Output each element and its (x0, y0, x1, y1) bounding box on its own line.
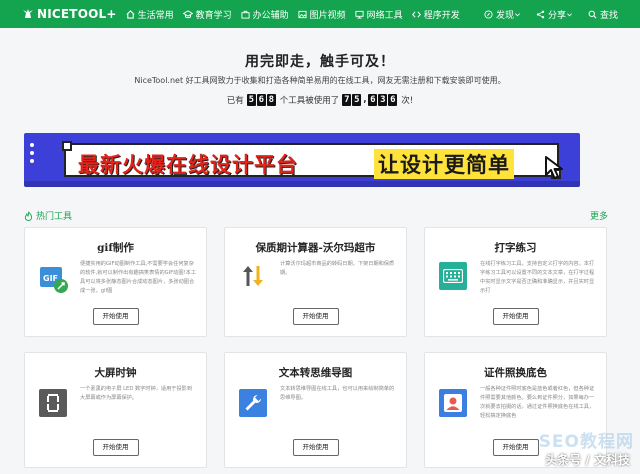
search-icon (588, 10, 597, 18)
counter-digit: , (362, 95, 368, 105)
counter-digit: 8 (266, 94, 276, 106)
count-middle: 个工具被使用了 (279, 96, 340, 106)
tool-card-clock[interactable]: 大屏时钟 一个素黑的电子屏 LED 数字时钟，适用于投影到大屏幕或作为屏幕保护。… (24, 352, 207, 468)
counter-digit: 6 (388, 94, 398, 106)
nav-label: 分享 (547, 10, 566, 21)
hero-title: 用完即走，触手可及！ (245, 54, 395, 70)
count-prefix: 已有 (226, 96, 244, 106)
image-icon (298, 10, 307, 18)
nav-label: 办公辅助 (252, 10, 289, 21)
start-button[interactable]: 开始使用 (492, 308, 539, 325)
nav-label: 生活常用 (137, 10, 174, 21)
card-description: 文本转思维导图在线工具，也可以用来绘制简单的思维导图。 (280, 386, 395, 401)
tool-card-gif[interactable]: gif制作 GIF 便捷实用的GIF动图制作工具,不需要学会任何复杂的软件,就可… (24, 227, 207, 337)
hot-tools-header: 热门工具 更多 (24, 209, 608, 222)
promo-banner[interactable]: 最新火爆在线设计平台 让设计更简单 (24, 133, 580, 187)
card-title: 大屏时钟 (94, 367, 137, 379)
hero-subtitle: NiceTool.net 好工具网致力于收集和打造各种简单易用的在线工具，网友无… (134, 76, 506, 85)
gif-icon: GIF (39, 264, 69, 294)
start-button[interactable]: 开始使用 (292, 439, 339, 456)
card-title: 证件照换底色 (484, 367, 547, 379)
start-button[interactable]: 开始使用 (492, 439, 539, 456)
network-icon (355, 10, 364, 19)
counter-digit: 7 (342, 94, 352, 106)
card-description: 计算沃尔玛超市商品的转码日期，下架日期和保质期。 (280, 261, 395, 276)
nav-right: 发现 分享 查找 (472, 8, 618, 21)
nav-label: 发现 (495, 10, 514, 21)
banner-decoration (30, 139, 34, 167)
nav-item-life[interactable]: 生活常用 (126, 8, 174, 21)
card-description: 一个素黑的电子屏 LED 数字时钟，适用于投影到大屏幕或作为屏幕保护。 (80, 386, 193, 401)
id-photo-icon (439, 389, 467, 417)
tool-card-mindmap[interactable]: 文本转思维导图 文本转思维导图在线工具，也可以用来绘制简单的思维导图。 开始使用 (224, 352, 407, 468)
flame-icon (24, 211, 33, 221)
up-down-arrows-icon (239, 262, 267, 290)
card-description: 在线打字练习工具，支持自定义打字的内容。本打字练习工具可以设置不同的文本文章，在… (480, 261, 595, 294)
share-icon (536, 10, 545, 18)
card-title: 保质期计算器-沃尔玛超市 (255, 242, 376, 254)
start-button[interactable]: 开始使用 (92, 308, 139, 325)
logo-mark-icon (23, 9, 33, 18)
nav-item-dev[interactable]: 程序开发 (411, 8, 460, 21)
card-title: gif制作 (97, 242, 134, 254)
usage-counter: 已有 568 个工具被使用了 75,636 次! (0, 94, 640, 106)
nav-item-office[interactable]: 办公辅助 (241, 8, 289, 21)
start-button[interactable]: 开始使用 (92, 439, 139, 456)
card-title: 打字练习 (494, 242, 537, 254)
banner-shadow (24, 181, 580, 187)
counter-digit: 5 (352, 94, 362, 106)
more-link[interactable]: 更多 (590, 209, 608, 222)
nav-item-education[interactable]: 教育学习 (182, 8, 232, 21)
nav-discover[interactable]: 发现 (484, 8, 524, 21)
nav-item-media[interactable]: 图片视频 (298, 8, 346, 21)
logo-text: NICETOOL+ (37, 7, 117, 21)
use-count: 75,636 (342, 94, 398, 106)
keyboard-icon (439, 262, 467, 290)
counter-digit: 3 (378, 94, 388, 106)
discover-icon (484, 9, 493, 19)
banner-frame: 最新火爆在线设计平台 让设计更简单 (62, 141, 561, 179)
graduation-cap-icon (182, 9, 193, 18)
code-icon (411, 10, 421, 18)
led-digit-icon (39, 389, 67, 417)
card-description: 一般各种证件照时底色是蓝色或者红色，但各种证件照需要其他颜色。要么到证件照分，如… (480, 386, 595, 419)
nav-item-network[interactable]: 网络工具 (355, 8, 403, 21)
site-logo[interactable]: NICETOOL+ (22, 7, 117, 21)
watermark-site: SEO教程网 (538, 432, 634, 452)
chevron-down-icon (514, 12, 520, 16)
banner-headline: 最新火爆在线设计平台 (78, 153, 298, 177)
counter-digit: 6 (256, 94, 266, 106)
card-description: 便捷实用的GIF动图制作工具,不需要学会任何复杂的软件,就可以制作出有趣搞笑表情… (80, 261, 196, 294)
start-button[interactable]: 开始使用 (292, 308, 339, 325)
counter-digit: 6 (368, 94, 378, 106)
watermark-author: 头条号 / 文科技 (545, 453, 630, 467)
banner-tagline: 让设计更简单 (374, 149, 514, 179)
wrench-icon (239, 389, 267, 417)
top-navbar: NICETOOL+ 生活常用 教育学习 办公辅助 图片视频 网络工具 程序开发 (0, 0, 640, 28)
nav-label: 网络工具 (366, 10, 403, 21)
section-title: 热门工具 (36, 212, 73, 222)
briefcase-icon (241, 10, 250, 19)
nav-label: 图片视频 (309, 10, 346, 21)
nav-share[interactable]: 分享 (536, 8, 576, 21)
tool-card-typing[interactable]: 打字练习 在线打字练习工具，支持自定义打字的内容。本打字练习工具可以设置不同的文… (424, 227, 607, 337)
chevron-down-icon (566, 12, 572, 16)
tools-count: 568 (246, 94, 277, 106)
cursor-arrow-icon (545, 156, 563, 179)
nav-label: 程序开发 (423, 10, 460, 21)
count-suffix: 次! (401, 96, 414, 106)
nav-label: 查找 (599, 10, 618, 21)
card-title: 文本转思维导图 (278, 367, 353, 379)
nav-label: 教育学习 (195, 10, 232, 21)
main-nav: 生活常用 教育学习 办公辅助 图片视频 网络工具 程序开发 (126, 8, 469, 21)
counter-digit: 5 (246, 94, 256, 106)
nav-search[interactable]: 查找 (588, 8, 618, 21)
tool-card-shelf-life[interactable]: 保质期计算器-沃尔玛超市 计算沃尔玛超市商品的转码日期，下架日期和保质期。 开始… (224, 227, 407, 337)
home-icon (126, 9, 135, 19)
